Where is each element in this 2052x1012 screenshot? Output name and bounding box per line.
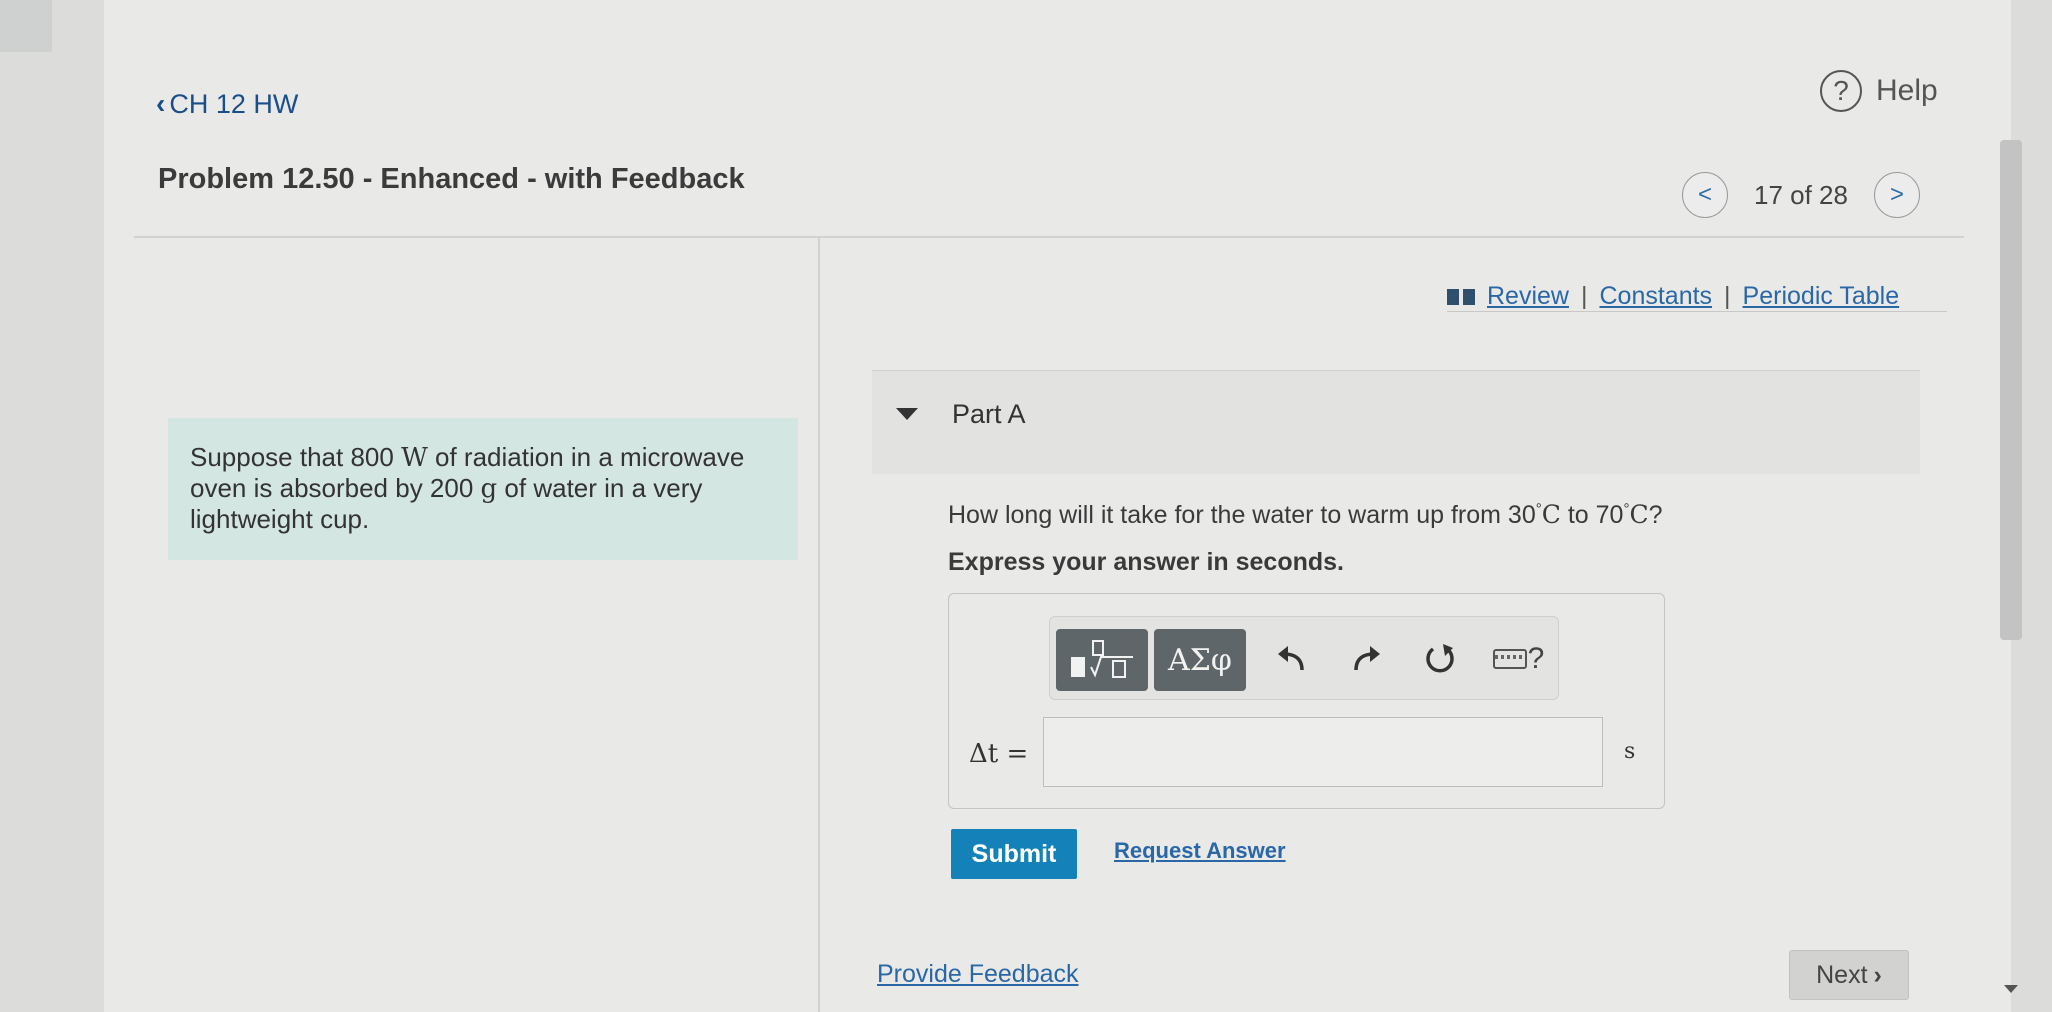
request-answer-link[interactable]: Request Answer [1114, 838, 1286, 864]
redo-icon[interactable] [1346, 637, 1386, 681]
caret-down-icon [896, 408, 918, 420]
book-icon [1447, 288, 1475, 305]
unit-celsius: C [1541, 500, 1561, 529]
back-label: CH 12 HW [169, 88, 299, 119]
answer-instruction: Express your answer in seconds. [948, 548, 1344, 576]
chevron-left-icon: ‹ [156, 88, 166, 119]
back-to-assignment-link[interactable]: ‹ CH 12 HW [156, 88, 298, 120]
reset-icon[interactable] [1420, 637, 1460, 681]
problem-pager: < 17 of 28 > [1682, 172, 1920, 218]
unit-grams: g [480, 474, 498, 504]
help-button[interactable]: ? Help [1820, 70, 1938, 112]
math-toolbar: ΑΣφ ? [1049, 616, 1559, 700]
help-icon[interactable]: ? [1516, 637, 1556, 681]
question-part: ? [1648, 501, 1663, 529]
intro-text: Suppose that 800 [190, 442, 402, 472]
resource-links: Review | Constants | Periodic Table [1447, 282, 1899, 311]
resource-divider [1447, 311, 1947, 312]
templates-icon [1071, 640, 1133, 678]
previous-problem-button[interactable]: < [1682, 172, 1728, 218]
pager-position: 17 of 28 [1754, 179, 1848, 210]
next-label: Next [1816, 960, 1868, 989]
question-part: to 70 [1560, 501, 1624, 529]
constants-link[interactable]: Constants [1599, 282, 1712, 311]
chevron-left-icon: < [1697, 181, 1712, 208]
header-divider [134, 236, 1964, 238]
answer-panel: ΑΣφ ? Δt = s [948, 593, 1665, 809]
review-link[interactable]: Review [1487, 282, 1569, 311]
chevron-right-icon: > [1889, 181, 1904, 208]
periodic-table-link[interactable]: Periodic Table [1743, 282, 1900, 311]
undo-icon[interactable] [1272, 637, 1312, 681]
browser-tab-corner [0, 0, 52, 52]
unit-celsius: C [1629, 500, 1649, 529]
part-label: Part A [952, 399, 1026, 429]
link-separator: | [1580, 282, 1588, 310]
problem-title: Problem 12.50 - Enhanced - with Feedback [158, 163, 745, 195]
variable-label: Δt = [969, 739, 1029, 769]
scrollbar-thumb[interactable] [2000, 140, 2022, 640]
next-problem-button[interactable]: > [1873, 172, 1920, 218]
chevron-right-icon: › [1873, 960, 1882, 989]
unit-watts: W [401, 443, 428, 473]
templates-button[interactable] [1056, 629, 1148, 691]
unit-label: s [1624, 739, 1636, 764]
column-divider [818, 238, 820, 1012]
question-circle-icon: ? [1820, 70, 1862, 112]
next-button[interactable]: Next › [1789, 950, 1909, 1000]
part-a-header[interactable]: Part A [872, 370, 1920, 474]
question-text: How long will it take for the water to w… [948, 500, 1662, 530]
provide-feedback-link[interactable]: Provide Feedback [877, 960, 1079, 989]
link-separator: | [1724, 282, 1731, 310]
greek-symbols-button[interactable]: ΑΣφ [1154, 629, 1246, 691]
scroll-down-icon[interactable] [2004, 985, 2018, 993]
question-part: How long will it take for the water to w… [948, 501, 1536, 529]
help-label: Help [1876, 74, 1938, 107]
problem-intro: Suppose that 800 W of radiation in a mic… [168, 418, 798, 560]
answer-input[interactable] [1043, 717, 1603, 787]
submit-button[interactable]: Submit [951, 829, 1077, 879]
